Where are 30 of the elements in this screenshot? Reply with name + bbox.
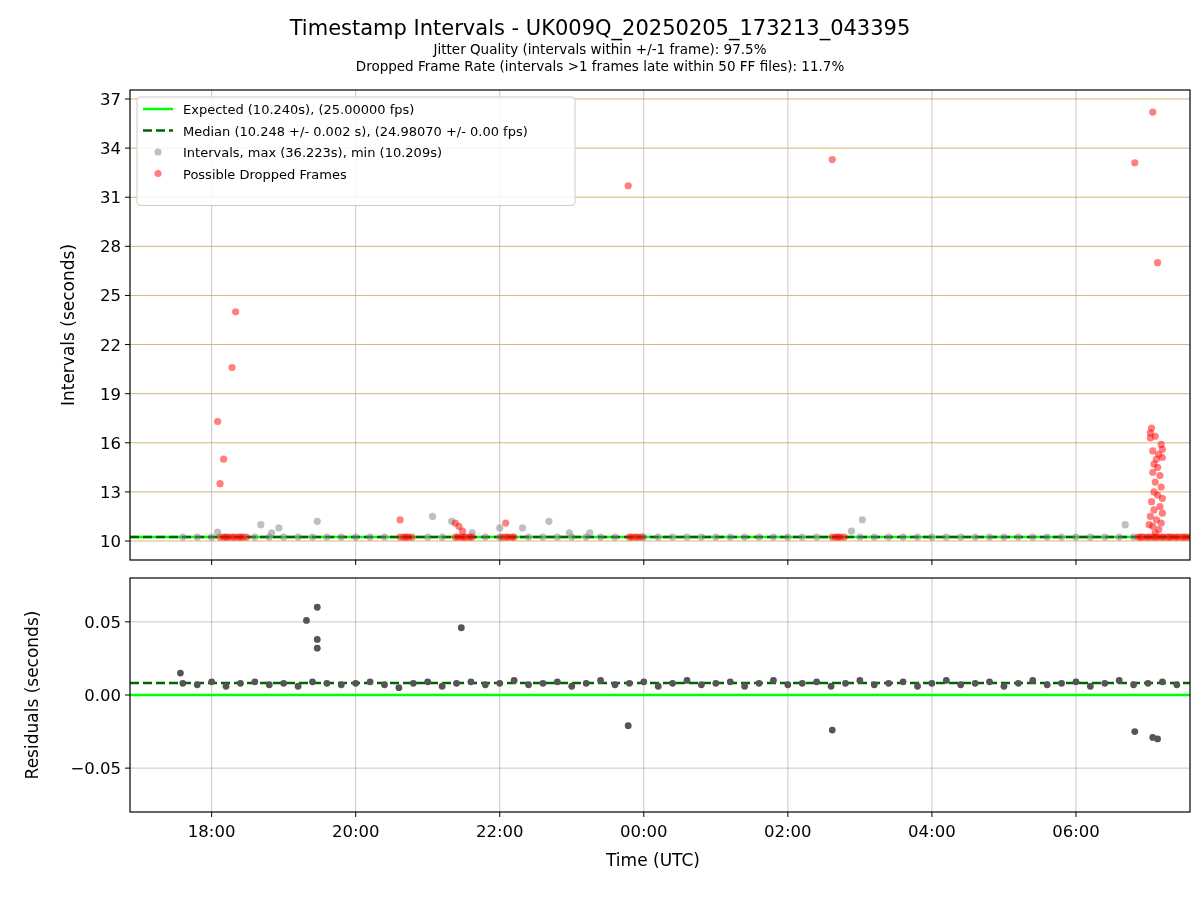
axis-title: Residuals (seconds) (22, 610, 42, 780)
axis-tick-label: 02:00 (764, 822, 812, 841)
chart-subtitle: Jitter Quality (intervals within +/-1 frame): 97.5% (433, 41, 767, 58)
axis-tick-label: 22 (100, 335, 121, 355)
axis-tick-label: 19 (100, 384, 121, 404)
legend-label: Possible Dropped Frames (183, 166, 347, 182)
axis-tick-label: 0.00 (84, 686, 121, 705)
axis-tick-label: 04:00 (908, 822, 956, 841)
axis-tick-label: 06:00 (1052, 822, 1100, 841)
axis-title: Intervals (seconds) (58, 243, 78, 407)
axis-tick-label: 20:00 (331, 822, 380, 841)
axis-tick-label: 16 (100, 433, 121, 453)
legend-label: Median (10.248 +/- 0.002 s), (24.98070 +/- 0.00 fps) (183, 123, 528, 139)
axis-tick-label: 22:00 (475, 822, 524, 841)
axis-tick-label: 31 (100, 188, 121, 208)
axis-tick-label: 13 (100, 482, 121, 502)
axis-tick-label: 25 (100, 286, 121, 306)
axis-tick-label: 0.05 (84, 612, 121, 632)
chart-title: Timestamp Intervals - UK009Q_20250205_173213_043395 (289, 15, 911, 41)
axis-tick-label: 18:00 (187, 822, 236, 841)
axis-tick-label: 00:00 (620, 822, 668, 841)
chart-subtitle: Dropped Frame Rate (intervals >1 frames late within 50 FF files): 11.7% (355, 58, 845, 75)
axis-title: Time (UTC) (606, 850, 700, 870)
axis-tick-label: −0.05 (70, 759, 121, 779)
legend-label: Expected (10.240s), (25.00000 fps) (183, 102, 415, 117)
axis-tick-label: 34 (100, 139, 121, 159)
legend-label: Intervals, max (36.223s), min (10.209s) (183, 145, 442, 160)
axis-tick-label: 10 (100, 532, 121, 551)
axis-tick-label: 28 (100, 237, 121, 257)
axis-tick-label: 37 (100, 90, 121, 109)
